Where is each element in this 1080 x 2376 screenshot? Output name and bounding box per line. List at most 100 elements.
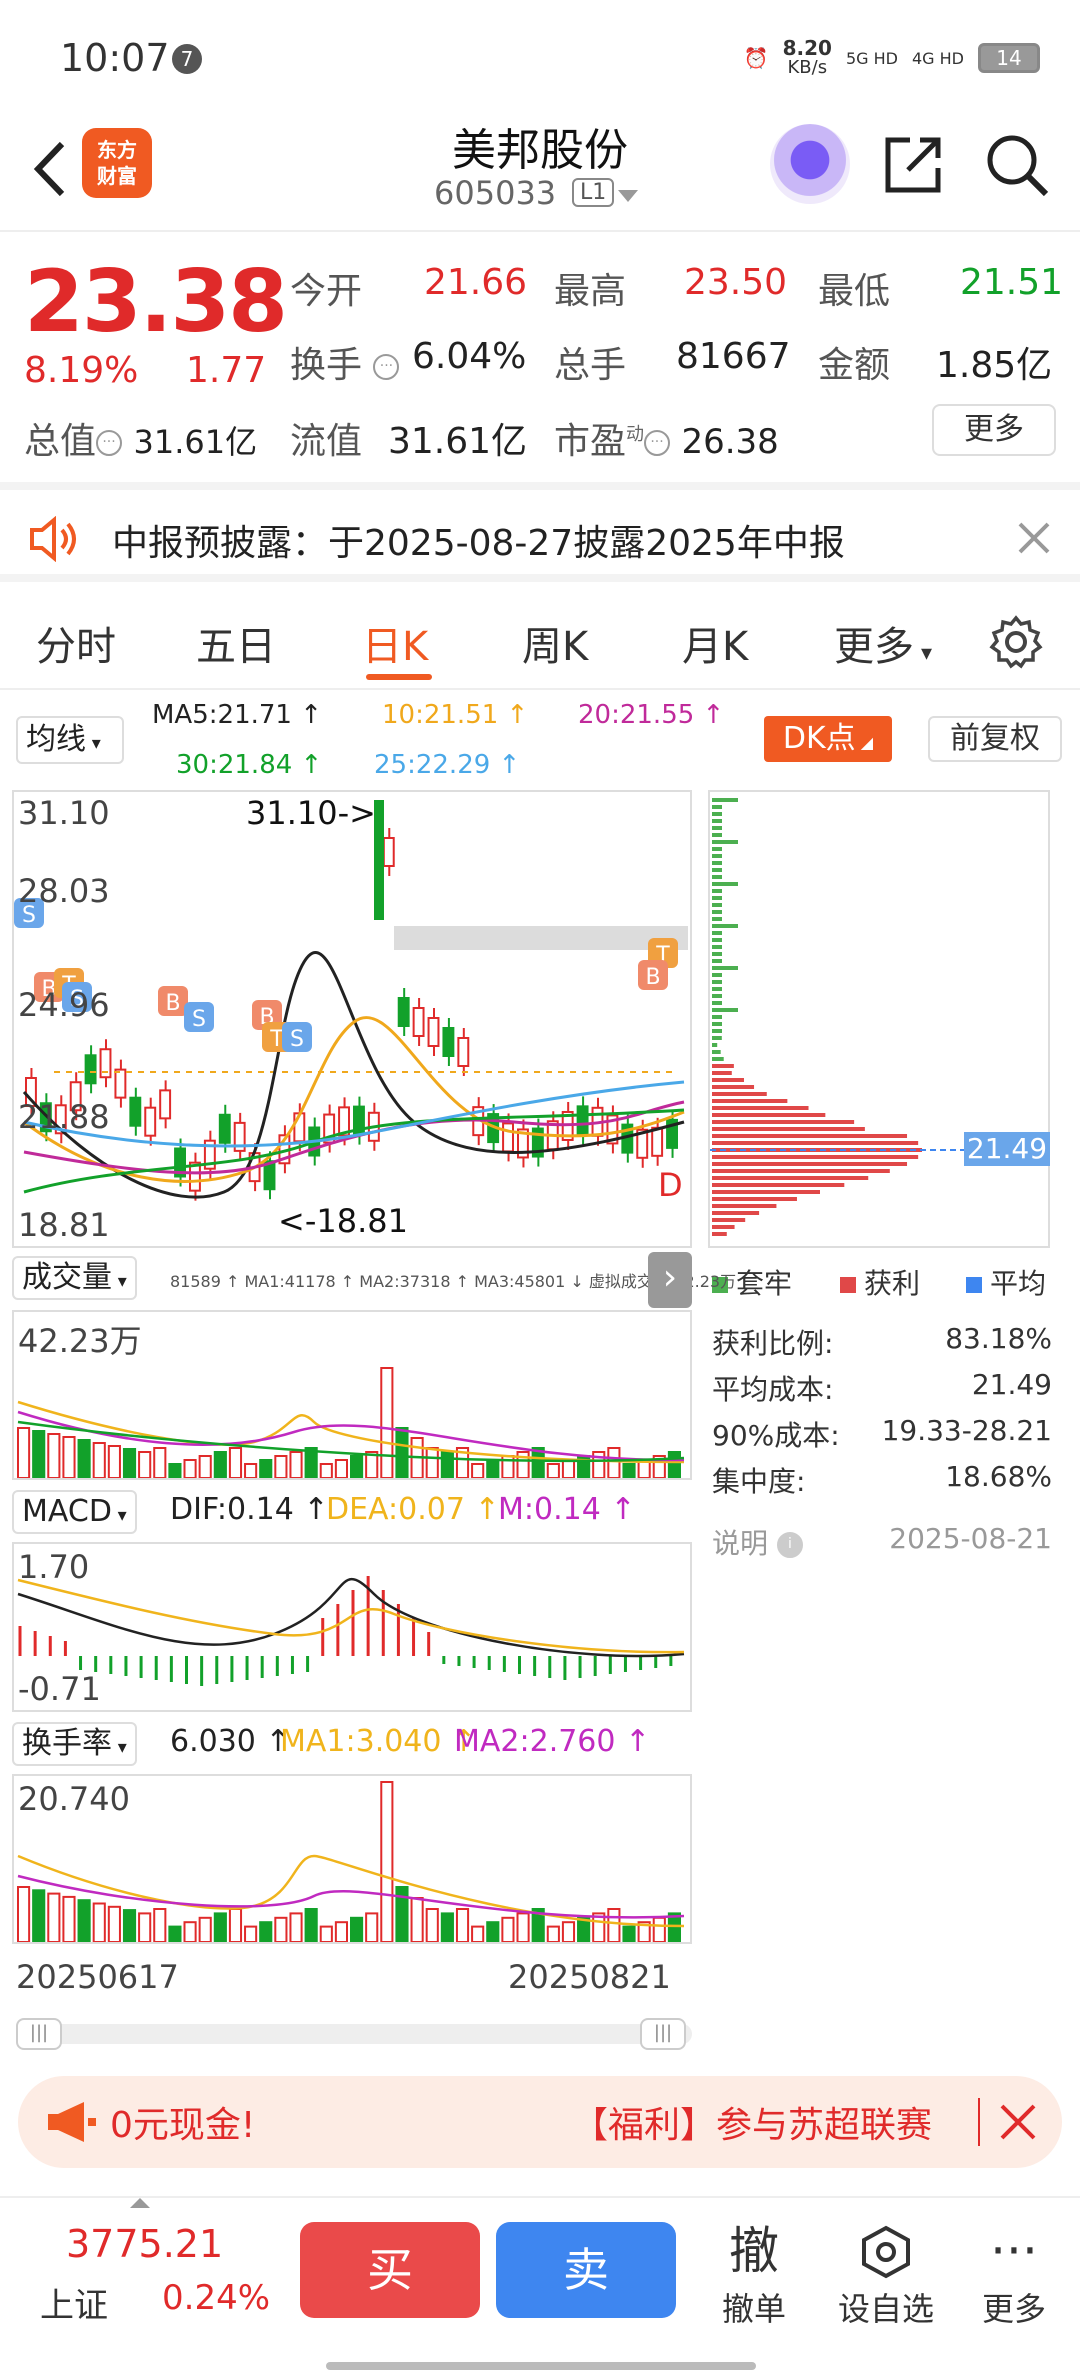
close-icon[interactable] [994,2098,1042,2146]
float-value: 31.61亿 [388,412,527,464]
chip-bar [712,868,722,872]
cancel-order-button[interactable]: 撤 撤单 [694,2218,814,2330]
float-label: 流值 [290,421,362,462]
chip-bar [712,973,722,977]
tab-monthly-k[interactable]: 月K [682,614,748,672]
net-speed: 8.20 KB/s [783,39,832,77]
dk-point-button[interactable]: DK点 ◢ [764,716,892,762]
turnover-select[interactable]: 换手率 ▾ [12,1722,137,1766]
chip-bar [712,812,722,816]
range-handle-left[interactable]: ||| [16,2018,62,2050]
index-percent[interactable]: 0.24% [162,2278,270,2318]
bar [396,1428,407,1478]
chip-bar [712,882,738,886]
chip-bar [712,1036,722,1040]
chip-bar [712,931,722,935]
index-value[interactable]: 3775.21 [66,2222,223,2266]
status-bar: 10:07 7 ⏰ 8.20 KB/s 5G HD 4G HD 14 [0,0,1080,110]
tab-weekly-k[interactable]: 周K [522,614,588,672]
more-quote-button[interactable]: 更多 [932,404,1056,456]
chip-bar [712,1162,907,1166]
range-handle-right[interactable]: ||| [640,2018,686,2050]
info-icon[interactable]: ··· [644,430,670,456]
info-icon[interactable]: ··· [373,354,399,380]
range-scrollbar[interactable] [16,2024,692,2044]
more-label: 更多 [954,2284,1074,2330]
info-icon[interactable]: i [777,1532,803,1558]
bar [109,1446,120,1478]
level-badge[interactable]: L1 [572,178,614,207]
candle-body [101,1049,111,1077]
turnover-val: 6.030 ↑ [170,1724,291,1759]
bar [124,1910,135,1942]
chip-bar [712,1225,735,1229]
watchlist-icon [826,2218,946,2284]
chevron-right-icon[interactable]: › [648,1252,692,1308]
chip-bar [712,1127,865,1131]
ma-select[interactable]: 均线 ▾ [16,716,124,764]
tab-more[interactable]: 更多 ▾ [834,614,932,672]
kline-chart[interactable]: SBTSBSBTSTB 31.10 28.03 24.96 21.88 18.8… [12,790,692,1248]
candle-body [652,1128,662,1156]
candle-body [130,1098,140,1126]
sell-button[interactable]: 卖 [496,2222,676,2318]
share-icon[interactable] [880,132,946,198]
tab-daily-k[interactable]: 日K [362,614,428,672]
chip-bar [712,1085,754,1089]
promo-banner[interactable]: 0元现金! 【福利】参与苏超联赛 [18,2076,1062,2168]
gear-icon[interactable] [988,614,1044,670]
current-price: 23.38 [24,252,286,352]
speaker-icon [28,516,80,562]
megaphone-icon [44,2100,98,2144]
ma10-line [24,1018,684,1182]
chip-bar [712,1022,722,1026]
chevron-down-icon[interactable] [618,190,638,202]
bar [109,1907,120,1942]
chip-bar [712,1176,868,1180]
promo-text-left: 0元现金! [110,2096,255,2148]
promo-divider [978,2098,980,2146]
notice-bar[interactable]: 中报预披露：于2025-08-27披露2025年中报 [0,482,1080,582]
bar [18,1887,29,1942]
add-watchlist-button[interactable]: 设自选 [826,2218,946,2330]
dea-line [18,1580,684,1652]
search-icon[interactable] [984,132,1050,198]
assistant-robot-icon[interactable] [770,124,850,204]
candle-body [443,1028,453,1056]
amount-value: 1.85亿 [936,336,1052,388]
chip-note-row[interactable]: 说明 i 2025-08-21 [712,1522,1052,1562]
chip-distribution[interactable]: 21.49 [708,790,1050,1248]
bar [412,1898,423,1942]
macd-select[interactable]: MACD ▾ [12,1490,137,1534]
signal-tag-letter: S [290,1027,304,1052]
tab-five-day[interactable]: 五日 [196,614,276,672]
volume-select[interactable]: 成交量 ▾ [12,1256,137,1300]
alarm-icon: ⏰ [744,46,769,70]
info-icon[interactable]: ··· [96,430,122,456]
candle-body [429,1018,439,1046]
buy-button[interactable]: 买 [300,2222,480,2318]
candle-body [86,1055,96,1083]
index-name[interactable]: 上证 [40,2278,108,2327]
bar [18,1428,29,1478]
chip-bar [712,1134,907,1138]
kline-plot[interactable]: SBTSBSBTSTB [14,792,690,1246]
signal-tag-letter: B [645,965,660,990]
bar [124,1449,135,1478]
bar [79,1900,90,1942]
close-icon[interactable] [1012,516,1056,560]
ma25-value: 25:22.29 ↑ [374,750,520,780]
notification-badge: 7 [172,44,202,74]
low-value: 21.51 [960,262,1063,303]
stock-code[interactable]: 605033 [434,174,556,212]
adjust-button[interactable]: 前复权 [928,716,1062,762]
chevron-up-icon[interactable] [130,2198,150,2208]
more-button[interactable]: ··· 更多 [954,2218,1074,2330]
chip-plot [710,792,1048,1246]
macd-y-bottom: -0.71 [18,1670,101,1708]
bottom-toolbar: 3775.21 上证 0.24% 买 卖 撤 撤单 设自选 ··· 更多 [0,2196,1080,2376]
tab-intraday[interactable]: 分时 [36,614,116,672]
bar [33,1890,44,1942]
chip-bar [712,1008,738,1012]
turnover-value: 6.04% [412,336,526,377]
